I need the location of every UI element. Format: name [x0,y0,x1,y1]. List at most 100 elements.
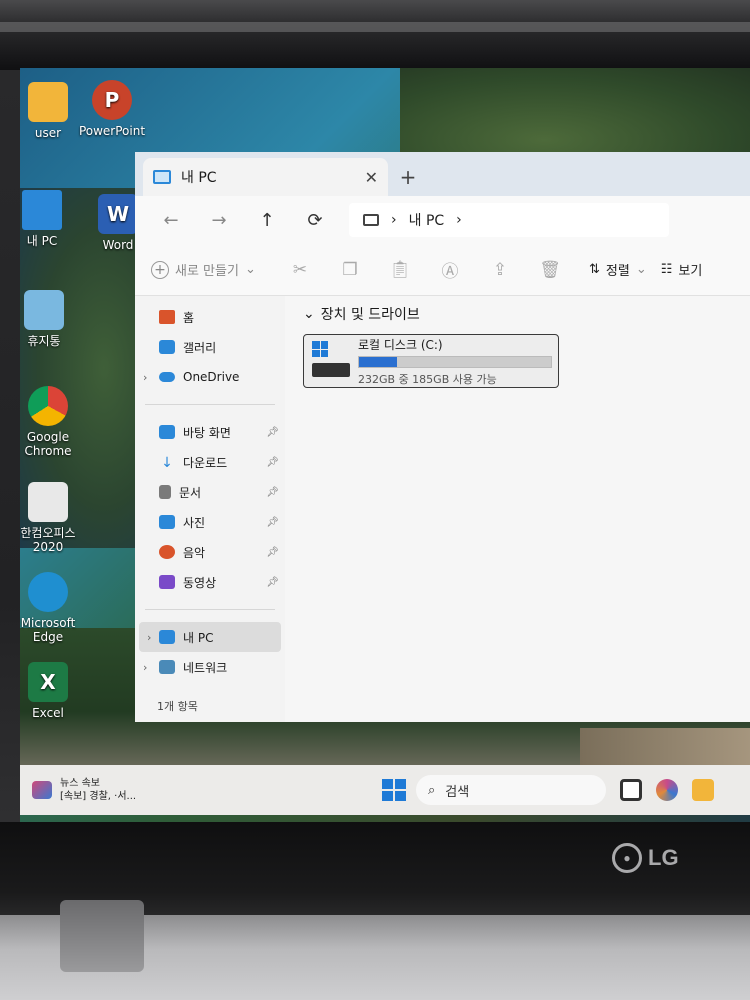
sidebar-item-gallery[interactable]: 갤러리 [135,332,285,362]
desktop-icon [159,425,175,439]
desktop-icon-label: 내 PC [26,234,58,248]
sidebar-item-documents[interactable]: 문서 📌︎ [135,477,285,507]
view-label: 보기 [678,264,703,279]
desktop-icon-hancom[interactable]: 한컴오피스 2020 [20,482,88,554]
sidebar-item-music[interactable]: 음악 📌︎ [135,537,285,567]
monitor-icon [363,214,379,226]
desktop-icon-label: 휴지통 [27,334,61,348]
chevron-right-icon[interactable]: › [143,371,147,384]
powerpoint-icon: P [92,80,132,120]
lg-circle-icon: ● [612,843,642,873]
breadcrumb-separator: › [391,212,397,228]
pc-icon [22,190,62,230]
screen-bezel-top [0,0,750,70]
chevron-right-icon[interactable]: › [143,661,147,674]
drive-name: 로컬 디스크 (C:) [358,337,443,352]
excel-icon: X [28,662,68,702]
desktop-icon-edge[interactable]: Microsoft Edge [20,572,88,644]
desktop-icon-powerpoint[interactable]: P PowerPoint [72,80,152,138]
sidebar-item-desktop[interactable]: 바탕 화면 📌︎ [135,417,285,447]
desktop-icon-chrome[interactable]: Google Chrome [20,386,88,458]
taskbar-search[interactable]: ⌕ 검색 [416,775,606,805]
sidebar-item-label: 네트워크 [183,660,228,675]
section-title: 장치 및 드라이브 [320,307,420,323]
desktop-icon-this-pc[interactable]: 내 PC [20,190,82,248]
sidebar-item-downloads[interactable]: ↓ 다운로드 📌︎ [135,447,285,477]
address-bar[interactable]: › 내 PC › [349,203,669,237]
start-button[interactable] [382,779,406,801]
pin-icon: 📌︎ [266,456,279,468]
new-tab-button[interactable]: + [388,158,428,196]
sidebar-item-label: 문서 [179,485,202,500]
delete-icon[interactable]: 🗑︎ [525,260,575,280]
sidebar-item-this-pc[interactable]: › 내 PC [139,622,281,652]
command-bar: + 새로 만들기 ⌄ ✂ ❐ 📋︎ Ⓐ ⇪ 🗑︎ ⇅ 정렬 ⌄ ☷ 보기 [135,244,750,296]
desktop-icon-label: PowerPoint [78,124,146,138]
copilot-icon[interactable] [656,779,678,801]
forward-button[interactable]: → [195,202,243,238]
new-button-label: 새로 만들기 [175,264,239,279]
new-button[interactable]: + 새로 만들기 ⌄ [151,260,275,279]
task-view-icon[interactable] [620,779,642,801]
drive-c-tile[interactable]: 로컬 디스크 (C:) 232GB 중 185GB 사용 가능 [303,334,559,388]
sidebar-item-videos[interactable]: 동영상 📌︎ [135,567,285,597]
chevron-down-icon: ⌄ [303,306,315,322]
section-header-devices[interactable]: ⌄ 장치 및 드라이브 [303,304,732,324]
tab-this-pc[interactable]: 내 PC ✕ [143,158,388,196]
explorer-body: 홈 갤러리 › OneDrive 바탕 화면 📌︎ ↓ 다운로드 📌︎ 문서 📌… [135,296,750,722]
news-widget[interactable]: 뉴스 속보 [속보] 경찰, ·서... [32,777,292,803]
close-tab-icon[interactable]: ✕ [365,168,378,187]
breadcrumb-separator[interactable]: › [456,212,462,228]
drive-usage-fill [359,356,398,367]
breadcrumb-this-pc[interactable]: 내 PC [409,210,445,230]
file-explorer-window: 내 PC ✕ + ← → ↑ ⟳ › 내 PC › + 새로 만들기 ⌄ ✂ ❐… [135,152,750,722]
sort-button[interactable]: ⇅ 정렬 ⌄ [589,260,647,279]
network-icon [159,660,175,674]
rename-icon[interactable]: Ⓐ [425,257,475,282]
sidebar-item-label: 다운로드 [183,455,228,470]
news-headline: [속보] 경찰, ·서... [60,791,137,802]
pin-icon: 📌︎ [266,576,279,588]
navigation-bar: ← → ↑ ⟳ › 내 PC › [135,196,750,244]
cut-icon[interactable]: ✂ [275,260,325,280]
chevron-down-icon: ⌄ [635,262,647,277]
paste-icon[interactable]: 📋︎ [375,260,425,280]
chevron-right-icon[interactable]: › [147,631,151,644]
desktop-icon-recycle-bin[interactable]: 휴지통 [20,290,84,348]
view-button[interactable]: ☷ 보기 [661,260,703,279]
pin-icon: 📌︎ [266,516,279,528]
sidebar-item-label: OneDrive [183,370,240,384]
desktop-icon-excel[interactable]: X Excel [20,662,88,720]
sidebar-item-label: 홈 [183,310,195,325]
back-button[interactable]: ← [147,202,195,238]
recycle-bin-icon [24,290,64,330]
desktop-icon-label: Excel [32,706,64,720]
drive-free-space: 232GB 중 185GB 사용 가능 [358,372,497,386]
status-bar-item-count: 1개 항목 [157,700,198,713]
title-bar: 내 PC ✕ + [135,152,750,196]
up-button[interactable]: ↑ [243,202,291,238]
share-icon[interactable]: ⇪ [475,260,525,280]
sidebar-item-onedrive[interactable]: › OneDrive [135,362,285,392]
sidebar-divider [145,609,275,610]
copy-icon[interactable]: ❐ [325,260,375,280]
sidebar-item-pictures[interactable]: 사진 📌︎ [135,507,285,537]
pictures-icon [159,515,175,529]
home-icon [159,310,175,324]
sort-icon: ⇅ [589,262,600,277]
sidebar-item-home[interactable]: 홈 [135,302,285,332]
file-explorer-icon[interactable] [692,779,714,801]
hancom-office-icon [28,482,68,522]
refresh-button[interactable]: ⟳ [291,202,339,238]
sidebar-item-network[interactable]: › 네트워크 [135,652,285,682]
wallpaper-beach [580,728,750,768]
sidebar-item-label: 사진 [183,515,206,530]
plus-icon: + [151,260,169,279]
windows-logo-icon [312,341,328,357]
sidebar-item-label: 내 PC [183,630,214,645]
news-icon [32,781,52,799]
desktop-icon-label: Google Chrome [24,430,72,458]
videos-icon [159,575,175,589]
gallery-icon [159,340,175,354]
sidebar-item-label: 음악 [183,545,206,560]
